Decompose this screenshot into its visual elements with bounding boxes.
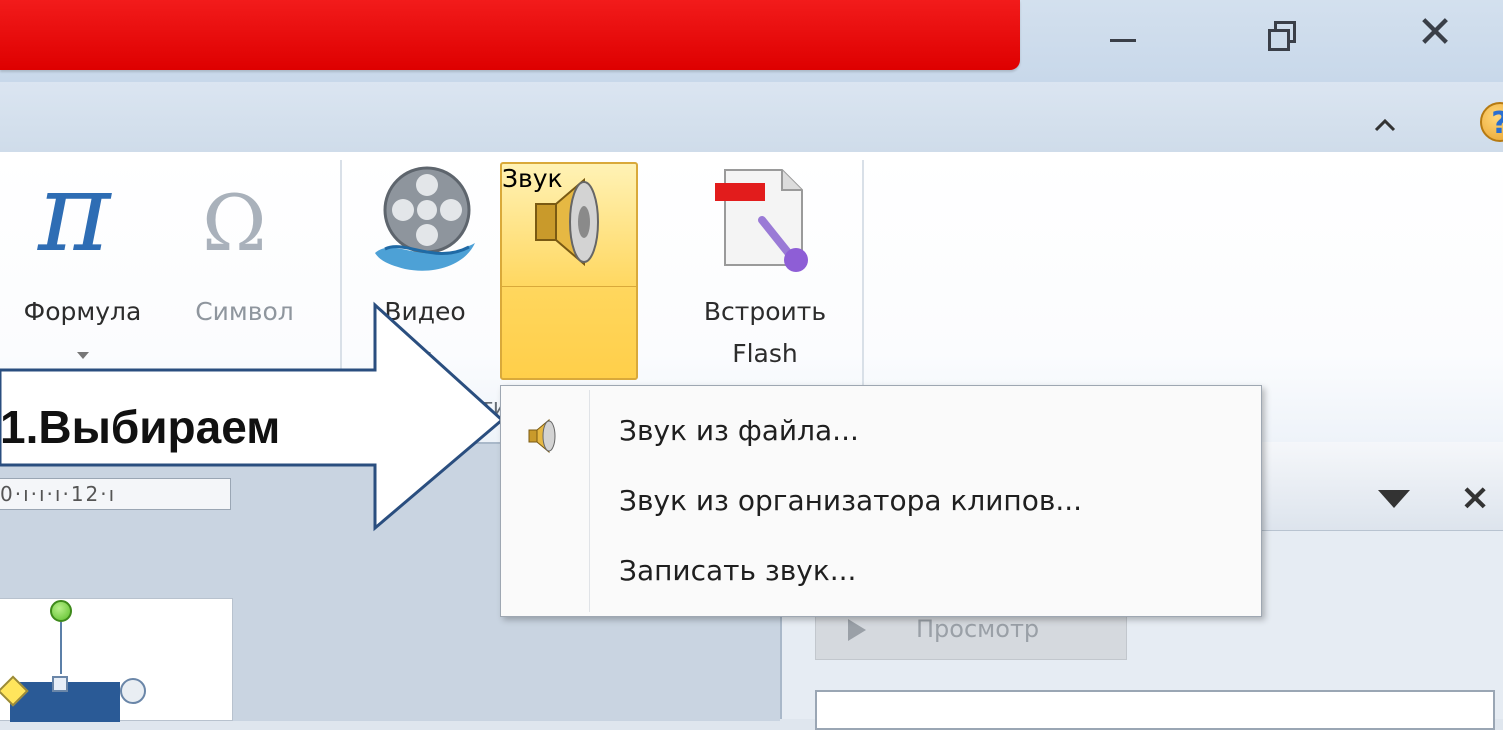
split-button-divider [502, 286, 636, 287]
menu-item-sound-from-file[interactable]: Звук из файла... [501, 400, 1261, 470]
collapse-ribbon-icon[interactable] [1370, 110, 1400, 140]
title-banner [0, 0, 1020, 70]
callout-label: 1.Выбираем [0, 401, 281, 453]
preview-label: Просмотр [916, 615, 1040, 643]
menu-item-label: Звук из файла... [619, 414, 859, 447]
speaker-icon [528, 418, 556, 454]
animation-list[interactable] [815, 690, 1495, 730]
resize-handle-corner[interactable] [120, 678, 146, 704]
menu-item-record-sound[interactable]: Записать звук... [501, 540, 1261, 610]
title-bar: ✕ [0, 0, 1503, 82]
task-pane-dropdown-icon[interactable] [1378, 490, 1410, 508]
minimize-button[interactable] [1090, 5, 1160, 60]
menu-item-label: Звук из организатора клипов... [619, 484, 1083, 517]
sound-dropdown-menu: Звук из файла... Звук из организатора кл… [500, 385, 1262, 617]
group-separator [862, 160, 864, 420]
ribbon-tab-strip: ? [0, 82, 1503, 154]
help-icon[interactable]: ? [1480, 102, 1503, 142]
play-icon [848, 619, 866, 641]
resize-handle[interactable] [52, 676, 68, 692]
close-button[interactable]: ✕ [1400, 5, 1470, 60]
sound-button[interactable]: Звук [500, 162, 638, 380]
task-pane-close-icon[interactable]: × [1460, 478, 1490, 518]
restore-button[interactable] [1250, 5, 1320, 60]
omega-icon: Ω [202, 179, 267, 269]
film-reel-icon [375, 166, 475, 271]
restore-icon-front [1268, 29, 1290, 51]
menu-item-sound-from-clip-organizer[interactable]: Звук из организатора клипов... [501, 470, 1261, 540]
embed-flash-label-line2: Flash [732, 339, 798, 368]
pi-icon: π [38, 148, 111, 276]
speaker-icon [535, 177, 599, 267]
rotation-handle-line [60, 622, 62, 674]
menu-item-label: Записать звук... [619, 554, 857, 587]
flash-document-icon [715, 169, 808, 272]
embed-flash-label-line1: Встроить [703, 297, 827, 326]
embed-flash-button[interactable]: Встроить Flash [670, 165, 860, 385]
rotation-handle[interactable] [50, 600, 72, 622]
